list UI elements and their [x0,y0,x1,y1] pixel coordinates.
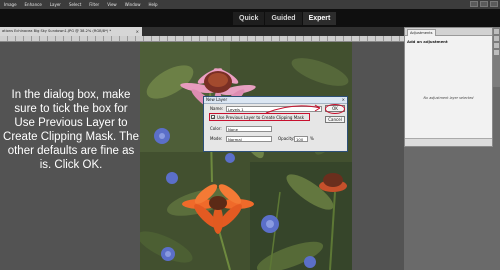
color-label: Color: [210,126,222,131]
window-controls [470,1,498,7]
cancel-button[interactable]: Cancel [325,116,345,123]
panel-footer [405,138,492,146]
graphics-icon[interactable] [494,50,499,55]
color-select[interactable]: None [226,126,272,132]
panel-icon-strip [493,27,500,87]
opacity-value: 100 [296,137,304,142]
ok-highlight [325,104,345,114]
menu-view[interactable]: View [103,0,121,9]
close-tab-icon[interactable]: × [136,27,139,36]
photo-canvas[interactable] [140,42,352,270]
layers-icon[interactable] [494,36,499,41]
document-tab-bar: ations Echinacea Big Sky Sundown1.JPG @ … [0,27,404,36]
menu-help[interactable]: Help [144,0,161,9]
dialog-title: New Layer [206,97,228,102]
menu-layer[interactable]: Layer [46,0,65,9]
layer-name-value: Levels 1 [228,107,244,112]
dialog-close-icon[interactable]: × [342,97,345,103]
mode-bar: Quick Guided Expert [0,9,500,27]
callout-arrow-icon [265,104,321,114]
tab-adjustments[interactable]: Adjustments [407,29,436,36]
menu-enhance[interactable]: Enhance [21,0,46,9]
mode-value: Normal [228,137,242,142]
mode-label: Mode: [210,136,223,141]
tab-quick[interactable]: Quick [233,12,265,25]
mode-tabs: Quick Guided Expert [233,12,337,25]
menu-image[interactable]: Image [0,0,21,9]
menu-bar: Image Enhance Layer Select Filter View W… [0,0,500,9]
menu-filter[interactable]: Filter [85,0,103,9]
effects-icon[interactable] [494,43,499,48]
opacity-unit: % [310,136,314,141]
menu-select[interactable]: Select [65,0,85,9]
close-window-icon[interactable] [490,1,498,7]
panel-tab-row: Adjustments [405,28,492,36]
tab-expert[interactable]: Expert [302,12,337,25]
adjustments-panel: Adjustments Add an adjustment No adjustm… [404,27,493,147]
adjustments-empty-message: No adjustment layer selected [423,96,474,100]
clipping-mask-checkbox[interactable]: ✓ [211,115,215,120]
tutorial-instruction: In the dialog box, make sure to tick the… [3,89,139,171]
document-tab-title: ations Echinacea Big Sky Sundown1.JPG @ … [2,29,112,33]
clipping-mask-label: Use Previous Layer to Create Clipping Ma… [217,115,305,120]
mode-select[interactable]: Normal [226,136,272,142]
name-label: Name: [210,106,224,111]
tab-guided[interactable]: Guided [265,12,302,25]
minimize-icon[interactable] [470,1,478,7]
adjustments-heading: Add an adjustment [407,39,448,44]
new-layer-dialog: New Layer × Name: Levels 1 ✓ Use Previou… [203,96,348,152]
color-value: None [228,127,238,132]
maximize-icon[interactable] [480,1,488,7]
flower-photo [140,42,352,270]
document-tab[interactable]: ations Echinacea Big Sky Sundown1.JPG @ … [0,27,142,36]
panel-menu-icon[interactable] [494,29,499,34]
opacity-label: Opacity: [278,136,295,141]
opacity-input[interactable]: 100 [294,136,308,142]
menu-window[interactable]: Window [121,0,145,9]
